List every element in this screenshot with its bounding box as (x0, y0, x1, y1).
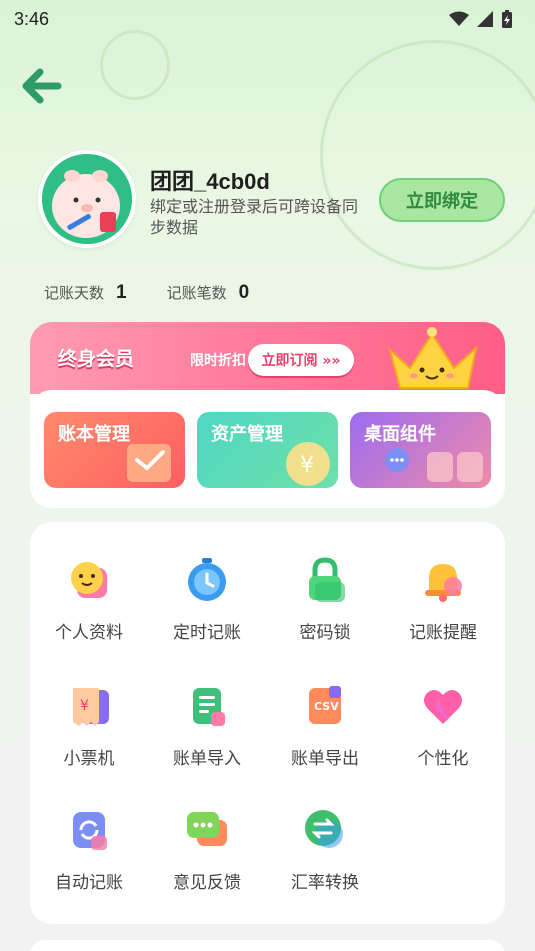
menu-label: 密码锁 (299, 623, 351, 643)
stat-days: 记账天数 1 (44, 282, 127, 304)
menu-label: 账单导入 (173, 749, 241, 769)
tile-asset-management[interactable]: 资产管理 ¥ (197, 412, 338, 488)
menu-item-reminder[interactable]: 记账提醒 (384, 544, 502, 654)
notebook-icon (127, 444, 171, 482)
menu-label: 个人资料 (55, 623, 123, 643)
arrow-left-icon (22, 68, 62, 104)
menu-label: 定时记账 (173, 623, 241, 643)
menu-item-password-lock[interactable]: 密码锁 (266, 544, 384, 654)
stat-records: 记账笔数 0 (167, 282, 250, 304)
avatar[interactable] (38, 150, 136, 248)
smiley-icon (71, 562, 107, 598)
stats-row: 记账天数 1 记账笔数 0 (44, 282, 249, 304)
status-bar: 3:46 (0, 0, 535, 38)
user-name: 团团_4cb0d (150, 169, 270, 194)
menu-item-profile[interactable]: 个人资料 (30, 544, 148, 654)
heart-icon (424, 689, 462, 724)
menu-label: 个性化 (417, 749, 469, 769)
menu-label: 汇率转换 (291, 873, 359, 893)
status-icons (449, 10, 513, 28)
battery-icon (502, 10, 512, 28)
lock-icon (309, 557, 345, 602)
wifi-icon (449, 11, 469, 26)
menu-item-auto-bookkeeping[interactable]: 自动记账 (30, 794, 148, 904)
tile-ledger-management[interactable]: 账本管理 (44, 412, 185, 488)
chat-bubble-icon (187, 812, 227, 846)
crown-icon (388, 327, 478, 389)
status-time: 3:46 (14, 8, 50, 29)
feature-menu: 个人资料 定时记账 密码锁 记账提醒 ¥ 小票机 账单导入 CSV 账单导出 个… (30, 522, 505, 924)
receipt-icon: ¥ (73, 688, 109, 726)
svg-text:¥: ¥ (300, 453, 314, 478)
vip-subtitle: 限时折扣 (190, 353, 246, 369)
menu-label: 意见反馈 (173, 873, 241, 893)
next-section-card (30, 940, 505, 951)
menu-item-feedback[interactable]: 意见反馈 (148, 794, 266, 904)
auto-refresh-icon (73, 812, 107, 850)
widget-icon (385, 448, 483, 482)
bell-icon (425, 564, 462, 602)
exchange-icon (305, 810, 343, 848)
vip-features: 账本管理 资产管理 ¥ 桌面组件 (30, 390, 505, 508)
alarm-clock-icon (188, 558, 226, 601)
pig-avatar-icon (42, 154, 132, 244)
menu-label: 自动记账 (55, 873, 123, 893)
menu-item-bill-import[interactable]: 账单导入 (148, 670, 266, 780)
vip-title: 终身会员 (58, 348, 135, 370)
stat-value: 0 (238, 282, 250, 303)
user-subtitle: 绑定或注册登录后可跨设备同步数据 (150, 197, 359, 237)
menu-item-personalize[interactable]: 个性化 (384, 670, 502, 780)
signal-icon (477, 11, 493, 27)
bill-import-icon (193, 688, 225, 726)
csv-export-icon: CSV (309, 686, 341, 724)
background-decoration (100, 30, 170, 100)
tile-desktop-widget[interactable]: 桌面组件 (350, 412, 491, 488)
menu-label: 账单导出 (291, 749, 359, 769)
menu-item-receipt-printer[interactable]: ¥ 小票机 (30, 670, 148, 780)
stat-label: 记账天数 (44, 284, 105, 302)
back-button[interactable] (20, 66, 64, 106)
menu-label: 小票机 (63, 749, 115, 769)
coin-icon: ¥ (286, 442, 330, 486)
menu-item-bill-export[interactable]: CSV 账单导出 (266, 670, 384, 780)
subscribe-button[interactable]: 立即订阅 »» (248, 344, 354, 376)
bind-account-button[interactable]: 立即绑定 (379, 178, 505, 222)
stat-value: 1 (116, 282, 127, 303)
svg-text:¥: ¥ (80, 698, 89, 714)
vip-card: 终身会员 限时折扣 立即订阅 »» 账本管理 资产管理 ¥ 桌面组件 (30, 322, 505, 508)
menu-label: 记账提醒 (409, 623, 477, 643)
stat-label: 记账笔数 (166, 284, 227, 302)
vip-banner[interactable]: 终身会员 限时折扣 立即订阅 »» (30, 322, 505, 394)
menu-item-currency-exchange[interactable]: 汇率转换 (266, 794, 384, 904)
svg-text:CSV: CSV (314, 700, 339, 713)
menu-item-scheduled[interactable]: 定时记账 (148, 544, 266, 654)
